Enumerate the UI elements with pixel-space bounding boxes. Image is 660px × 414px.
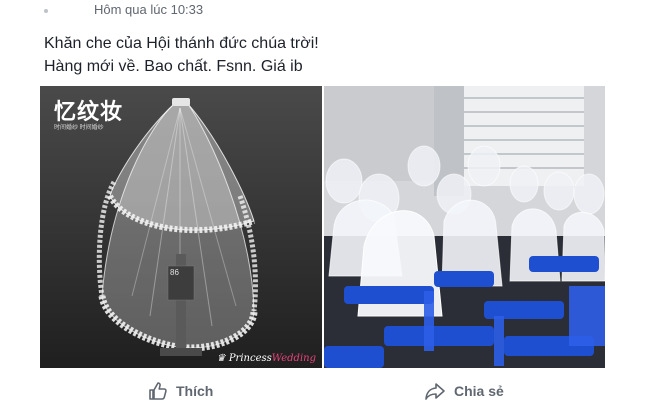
post-meta: Hôm qua lúc 10:33 xyxy=(44,0,203,22)
photo-grid: 忆纹妆 时间婚纱 时间婚纱 86 ♛ PrincessWedding xyxy=(40,86,605,368)
watermark-logo: ♛ PrincessWedding xyxy=(217,353,316,364)
share-arrow-icon xyxy=(425,383,445,400)
product-tag: 86 xyxy=(170,268,179,277)
post-timestamp[interactable]: Hôm qua lúc 10:33 xyxy=(94,2,203,17)
share-button[interactable]: Chia sẻ xyxy=(424,372,504,410)
separator-dot xyxy=(44,8,48,13)
facebook-post: Hôm qua lúc 10:33 Khăn che của Hội thánh… xyxy=(0,0,660,414)
congregation-illustration xyxy=(324,86,605,368)
like-button[interactable]: Thích xyxy=(148,372,213,410)
thumbs-up-icon xyxy=(149,382,167,400)
post-text: Khăn che của Hội thánh đức chúa trời! Hà… xyxy=(44,32,319,78)
share-label: Chia sẻ xyxy=(454,383,504,399)
brand-subtitle: 时间婚纱 时间婚纱 xyxy=(54,125,104,131)
watermark-text-a: Princess xyxy=(228,353,272,364)
photo-veil-product[interactable]: 忆纹妆 时间婚纱 时间婚纱 86 ♛ PrincessWedding xyxy=(40,86,322,368)
like-label: Thích xyxy=(176,383,214,399)
photo-congregation[interactable] xyxy=(324,86,605,368)
post-text-line-1: Khăn che của Hội thánh đức chúa trời! xyxy=(44,35,319,52)
post-actions: Thích Chia sẻ xyxy=(0,372,660,410)
post-text-line-2: Hàng mới về. Bao chất. Fsnn. Giá ib xyxy=(44,58,303,75)
crown-icon: ♛ xyxy=(216,353,226,364)
watermark-text-b: Wedding xyxy=(271,353,316,364)
